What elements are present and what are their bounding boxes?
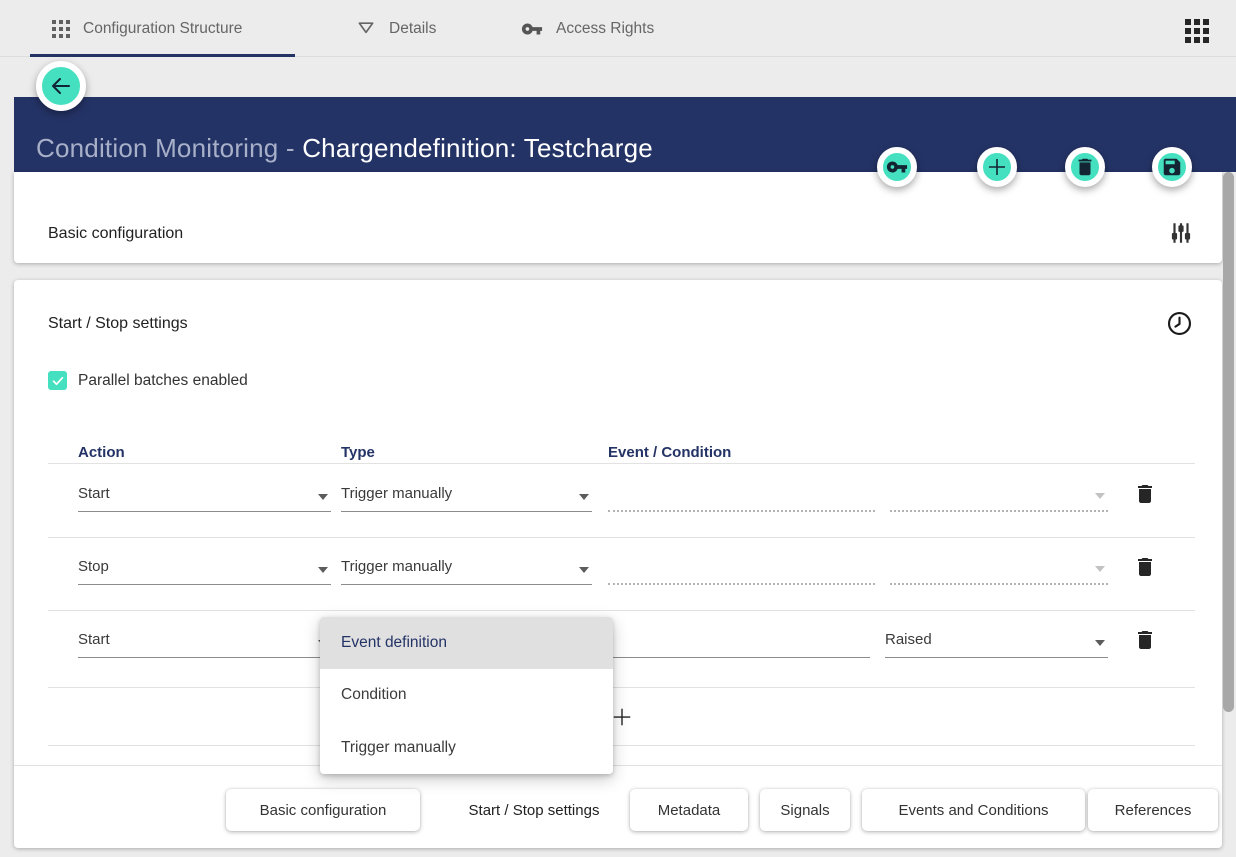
- menu-item-label: Event definition: [341, 634, 447, 652]
- event-condition-select[interactable]: [608, 625, 870, 658]
- trash-icon: [1074, 156, 1096, 178]
- type-value: Trigger manually: [341, 485, 452, 502]
- chevron-down-icon: [1095, 640, 1105, 646]
- plus-icon: [611, 706, 633, 728]
- delete-row-button[interactable]: [1133, 482, 1157, 506]
- action-value: Start: [78, 485, 110, 502]
- event-condition-select[interactable]: [608, 552, 875, 585]
- basic-configuration-card: Basic configuration: [14, 172, 1222, 263]
- parallel-batches-checkbox[interactable]: [48, 371, 67, 390]
- state-value: Raised: [885, 631, 932, 648]
- divider: [48, 537, 1195, 538]
- tab-label: Details: [389, 20, 436, 38]
- page-title-main: Chargendefinition: Testcharge: [302, 133, 653, 163]
- action-select[interactable]: Stop: [78, 552, 331, 585]
- add-row-button[interactable]: [48, 687, 1195, 745]
- chevron-down-icon: [579, 494, 589, 500]
- chip-label: Signals: [780, 802, 829, 819]
- menu-item-event-definition[interactable]: Event definition: [320, 617, 613, 669]
- menu-item-label: Condition: [341, 686, 407, 704]
- start-stop-settings-card: Start / Stop settings Parallel batches e…: [14, 280, 1222, 848]
- footer-divider: [14, 765, 1222, 766]
- add-button[interactable]: [977, 147, 1017, 187]
- apps-grid-icon[interactable]: [1185, 19, 1210, 44]
- divider: [48, 463, 1195, 464]
- chevron-down-icon: [1095, 566, 1105, 572]
- funnel-icon: [356, 19, 376, 39]
- parallel-batches-label: Parallel batches enabled: [78, 372, 248, 390]
- key-icon: [886, 156, 908, 178]
- basic-configuration-title: Basic configuration: [48, 225, 183, 243]
- grid-icon: [52, 20, 70, 38]
- clock-icon[interactable]: [1166, 310, 1193, 337]
- action-value: Stop: [78, 558, 109, 575]
- tab-label: Configuration Structure: [83, 20, 242, 38]
- start-stop-title: Start / Stop settings: [48, 315, 188, 333]
- tab-configuration-structure[interactable]: Configuration Structure: [52, 0, 242, 57]
- active-tab-underline: [30, 54, 295, 57]
- footer-nav-events-and-conditions[interactable]: Events and Conditions: [862, 789, 1085, 831]
- tune-icon[interactable]: [1168, 220, 1194, 246]
- plus-icon: [985, 155, 1009, 179]
- menu-item-condition[interactable]: Condition: [320, 669, 613, 721]
- divider: [48, 610, 1195, 611]
- menu-item-trigger-manually[interactable]: Trigger manually: [320, 722, 613, 774]
- chip-label: Basic configuration: [260, 802, 387, 819]
- footer-nav-references[interactable]: References: [1088, 789, 1218, 831]
- save-icon: [1161, 156, 1183, 178]
- column-header-type: Type: [341, 444, 375, 461]
- tab-details[interactable]: Details: [356, 0, 436, 57]
- column-header-event-condition: Event / Condition: [608, 444, 731, 461]
- page-header: Condition Monitoring - Chargendefinition…: [14, 97, 1236, 172]
- column-header-action: Action: [78, 444, 125, 461]
- action-select[interactable]: Start: [78, 479, 331, 512]
- tab-access-rights[interactable]: Access Rights: [521, 0, 654, 57]
- footer-nav-metadata[interactable]: Metadata: [630, 789, 748, 831]
- checkmark-icon: [51, 374, 65, 388]
- chip-label: Events and Conditions: [898, 802, 1048, 819]
- back-button[interactable]: [36, 61, 86, 111]
- event-condition-select[interactable]: [608, 479, 875, 512]
- chevron-down-icon: [579, 567, 589, 573]
- delete-row-button[interactable]: [1133, 628, 1157, 652]
- back-arrow-icon: [49, 74, 73, 98]
- key-icon: [521, 18, 543, 40]
- type-dropdown-menu: Event definition Condition Trigger manua…: [320, 617, 613, 774]
- page-title-prefix: Condition Monitoring -: [36, 133, 302, 163]
- chip-label: Start / Stop settings: [469, 802, 600, 819]
- type-select[interactable]: Trigger manually: [341, 552, 592, 585]
- menu-item-label: Trigger manually: [341, 739, 456, 757]
- state-select[interactable]: Raised: [885, 625, 1108, 658]
- footer-nav-start-stop-settings[interactable]: Start / Stop settings: [444, 789, 624, 831]
- chip-label: Metadata: [658, 802, 721, 819]
- page-title: Condition Monitoring - Chargendefinition…: [36, 133, 653, 164]
- save-button[interactable]: [1152, 147, 1192, 187]
- type-value: Trigger manually: [341, 558, 452, 575]
- top-tab-bar: Configuration Structure Details Access R…: [0, 0, 1236, 57]
- state-select[interactable]: [890, 479, 1108, 512]
- delete-button[interactable]: [1065, 147, 1105, 187]
- footer-nav-signals[interactable]: Signals: [760, 789, 850, 831]
- delete-row-button[interactable]: [1133, 555, 1157, 579]
- chevron-down-icon: [318, 494, 328, 500]
- chevron-down-icon: [1095, 493, 1105, 499]
- type-select[interactable]: Trigger manually: [341, 479, 592, 512]
- footer-nav-basic-configuration[interactable]: Basic configuration: [226, 789, 420, 831]
- chevron-down-icon: [318, 567, 328, 573]
- scrollbar-thumb[interactable]: [1223, 172, 1234, 712]
- chip-label: References: [1115, 802, 1192, 819]
- state-select[interactable]: [890, 552, 1108, 585]
- tab-label: Access Rights: [556, 20, 654, 38]
- access-rights-button[interactable]: [877, 147, 917, 187]
- action-select[interactable]: Start: [78, 625, 331, 658]
- action-value: Start: [78, 631, 110, 648]
- divider: [48, 745, 1195, 746]
